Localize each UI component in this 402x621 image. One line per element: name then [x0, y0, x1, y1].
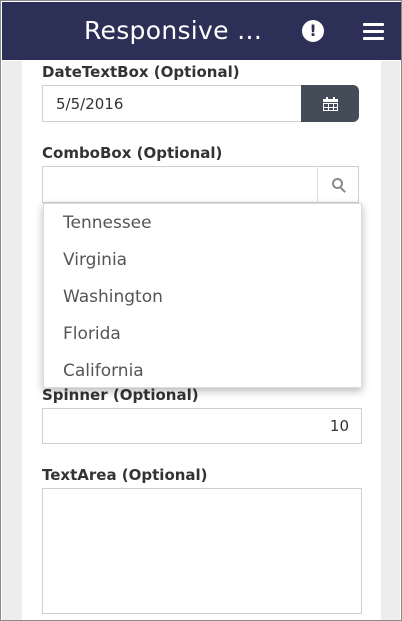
hamburger-menu-icon[interactable] — [363, 23, 384, 41]
form-content: DateTextBox (Optional) 5/5/2016 ComboBox… — [23, 60, 381, 620]
app-header: Responsive … ! — [2, 2, 401, 60]
left-gutter — [2, 61, 22, 620]
calendar-button[interactable] — [301, 85, 359, 122]
textarea-input[interactable] — [42, 488, 362, 614]
spinner-input-value: 10 — [329, 417, 349, 435]
dropdown-option-california[interactable]: California — [63, 361, 144, 381]
spinner-field-label: Spinner (Optional) — [42, 386, 199, 404]
date-field-label: DateTextBox (Optional) — [42, 63, 240, 81]
combo-search-button[interactable] — [317, 166, 359, 203]
spinner-input[interactable]: 10 — [42, 408, 362, 444]
dropdown-option-tennessee[interactable]: Tennessee — [63, 213, 152, 233]
right-gutter — [380, 61, 400, 620]
page-title: Responsive … — [84, 16, 263, 45]
date-input[interactable]: 5/5/2016 — [42, 85, 302, 122]
dropdown-option-florida[interactable]: Florida — [63, 324, 121, 344]
date-input-value: 5/5/2016 — [56, 94, 124, 113]
combo-field-label: ComboBox (Optional) — [42, 144, 223, 162]
textarea-field-label: TextArea (Optional) — [42, 466, 208, 484]
exclamation-icon[interactable]: ! — [302, 20, 324, 42]
app-frame: Responsive … ! DateTextBox (Optional) 5/… — [0, 0, 402, 621]
combo-input[interactable] — [42, 166, 359, 203]
combo-dropdown-list: Tennessee Virginia Washington Florida Ca… — [43, 203, 362, 388]
dropdown-option-washington[interactable]: Washington — [63, 287, 163, 307]
calendar-icon — [322, 96, 338, 111]
search-icon — [331, 177, 346, 193]
dropdown-option-virginia[interactable]: Virginia — [63, 250, 127, 270]
